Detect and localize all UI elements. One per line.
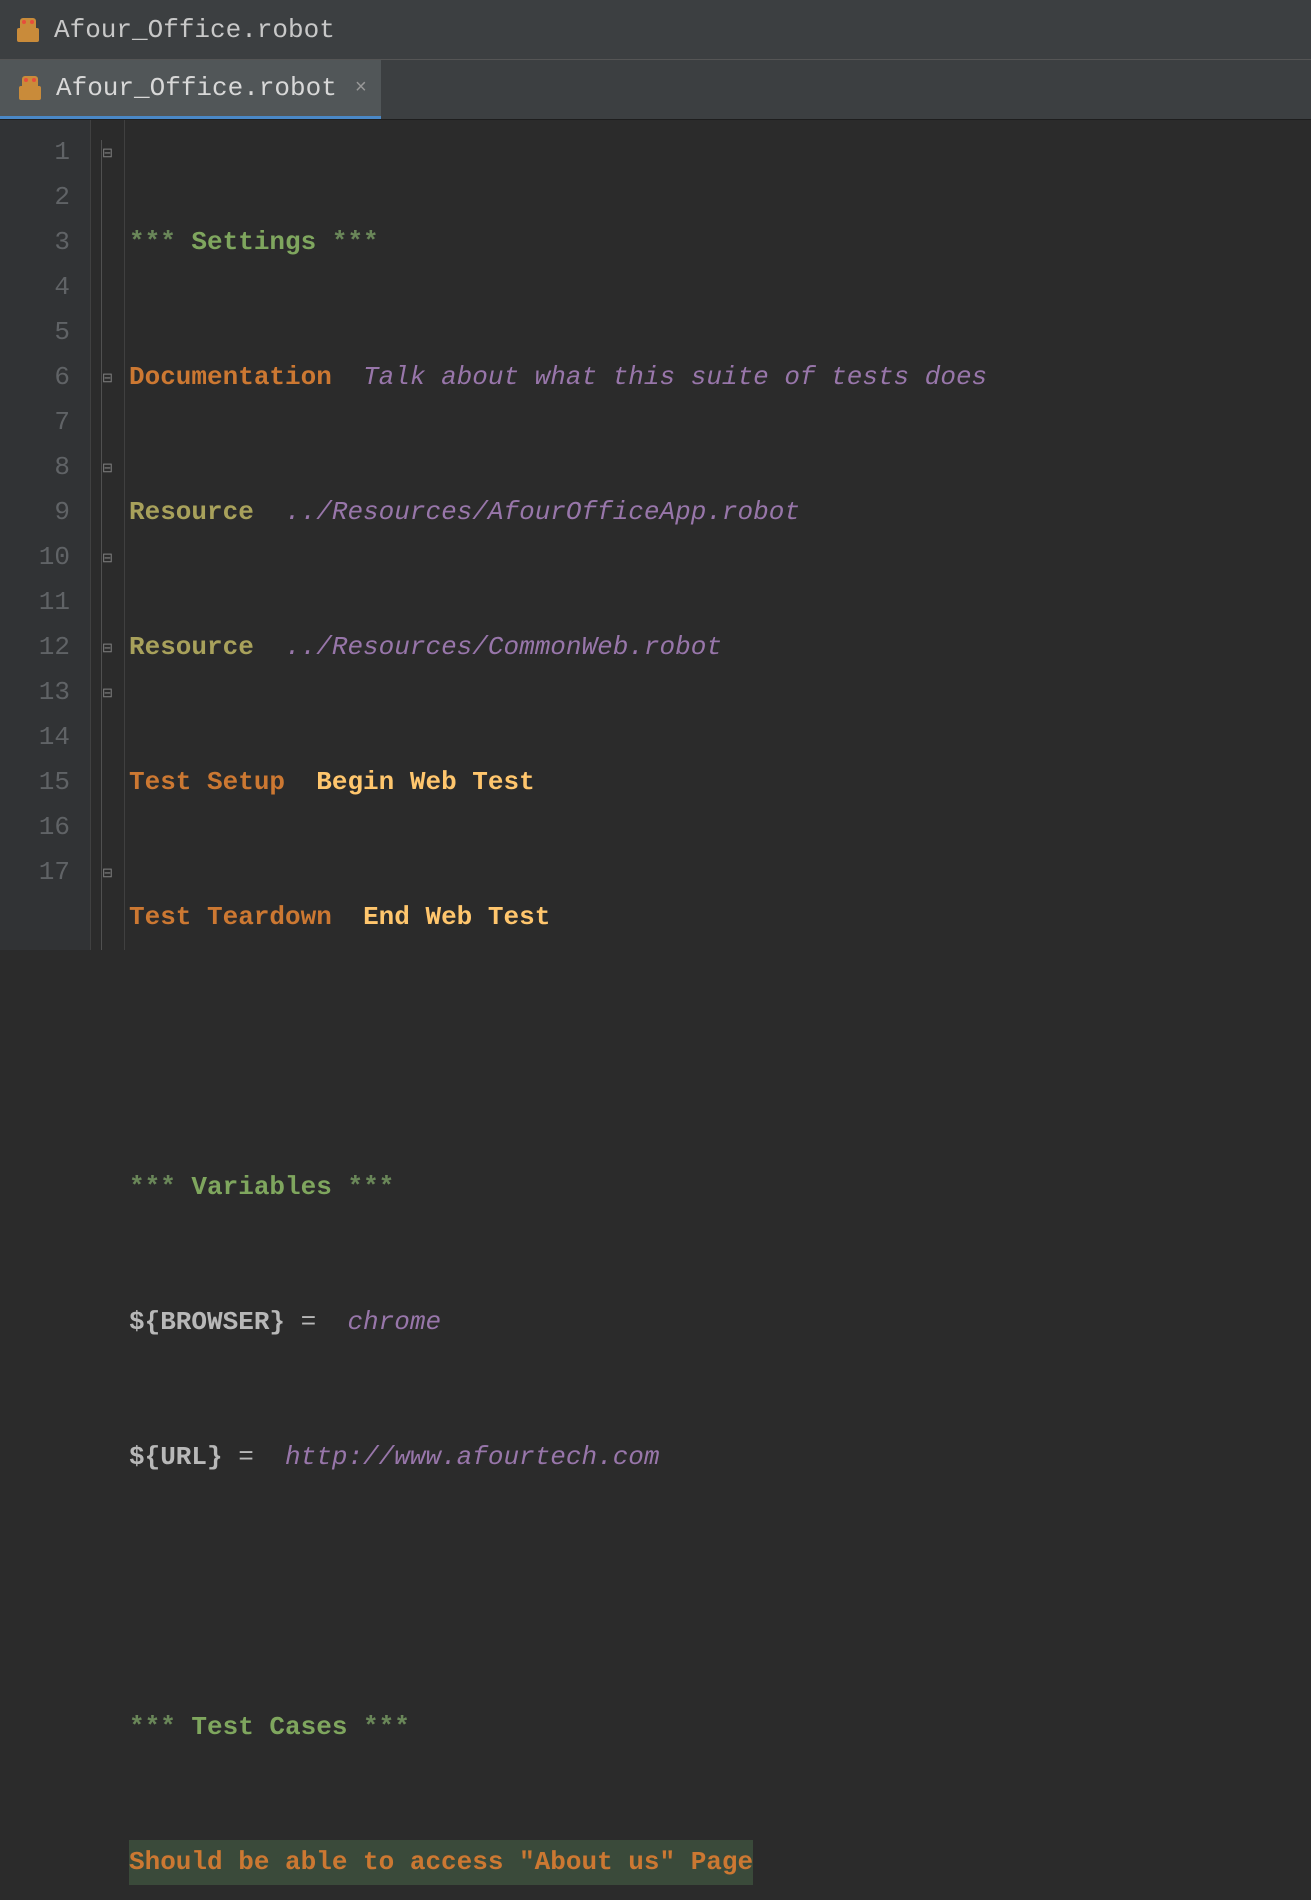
fold-marker xyxy=(91,715,124,760)
fold-marker[interactable]: ⊟ xyxy=(91,670,124,715)
code-line-13[interactable]: Should be able to access "About us" Page xyxy=(129,1840,1311,1885)
code-line-7[interactable] xyxy=(129,1030,1311,1075)
code-area[interactable]: *** Settings *** Documentation Talk abou… xyxy=(125,120,1311,950)
line-number: 14 xyxy=(0,715,70,760)
code-line-9[interactable]: ${BROWSER} = chrome xyxy=(129,1300,1311,1345)
fold-marker[interactable]: ⊟ xyxy=(91,445,124,490)
fold-marker xyxy=(91,760,124,805)
tab-bar: Afour_Office.robot × xyxy=(0,60,1311,120)
line-number: 6 xyxy=(0,355,70,400)
fold-strip: ⊟ ⊟ ⊟ ⊟ ⊟⊟ ⊟ xyxy=(90,120,125,950)
line-number: 12 xyxy=(0,625,70,670)
code-line-10[interactable]: ${URL} = http://www.afourtech.com xyxy=(129,1435,1311,1480)
fold-marker xyxy=(91,805,124,850)
code-line-1[interactable]: *** Settings *** xyxy=(129,220,1311,265)
fold-marker xyxy=(91,265,124,310)
fold-marker xyxy=(91,490,124,535)
line-number: 16 xyxy=(0,805,70,850)
fold-marker[interactable]: ⊟ xyxy=(91,355,124,400)
fold-marker xyxy=(91,175,124,220)
line-number: 3 xyxy=(0,220,70,265)
line-number: 1 xyxy=(0,130,70,175)
line-number: 13 xyxy=(0,670,70,715)
fold-marker[interactable]: ⊟ xyxy=(91,535,124,580)
code-line-5[interactable]: Test Setup Begin Web Test xyxy=(129,760,1311,805)
robot-icon xyxy=(14,72,46,104)
fold-marker xyxy=(91,220,124,265)
line-number: 9 xyxy=(0,490,70,535)
breadcrumb-file[interactable]: Afour_Office.robot xyxy=(54,15,335,45)
fold-marker xyxy=(91,310,124,355)
line-number: 15 xyxy=(0,760,70,805)
code-line-4[interactable]: Resource ../Resources/CommonWeb.robot xyxy=(129,625,1311,670)
breadcrumb: Afour_Office.robot xyxy=(0,0,1311,60)
line-number-gutter: 1234567891011121314151617 xyxy=(0,120,90,950)
fold-marker xyxy=(91,400,124,445)
code-line-12[interactable]: *** Test Cases *** xyxy=(129,1705,1311,1750)
code-line-8[interactable]: *** Variables *** xyxy=(129,1165,1311,1210)
line-number: 5 xyxy=(0,310,70,355)
line-number: 4 xyxy=(0,265,70,310)
code-line-2[interactable]: Documentation Talk about what this suite… xyxy=(129,355,1311,400)
editor: 1234567891011121314151617 ⊟ ⊟ ⊟ ⊟ ⊟⊟ ⊟ *… xyxy=(0,120,1311,950)
fold-marker[interactable]: ⊟ xyxy=(91,130,124,175)
code-line-11[interactable] xyxy=(129,1570,1311,1615)
line-number: 11 xyxy=(0,580,70,625)
line-number: 8 xyxy=(0,445,70,490)
fold-marker xyxy=(91,580,124,625)
code-line-6[interactable]: Test Teardown End Web Test xyxy=(129,895,1311,940)
code-line-3[interactable]: Resource ../Resources/AfourOfficeApp.rob… xyxy=(129,490,1311,535)
tab-active[interactable]: Afour_Office.robot × xyxy=(0,60,381,119)
line-number: 7 xyxy=(0,400,70,445)
robot-icon xyxy=(12,14,44,46)
fold-marker[interactable]: ⊟ xyxy=(91,850,124,895)
fold-marker[interactable]: ⊟ xyxy=(91,625,124,670)
line-number: 10 xyxy=(0,535,70,580)
close-icon[interactable]: × xyxy=(355,77,367,100)
line-number: 2 xyxy=(0,175,70,220)
line-number: 17 xyxy=(0,850,70,895)
tab-label: Afour_Office.robot xyxy=(56,73,337,103)
